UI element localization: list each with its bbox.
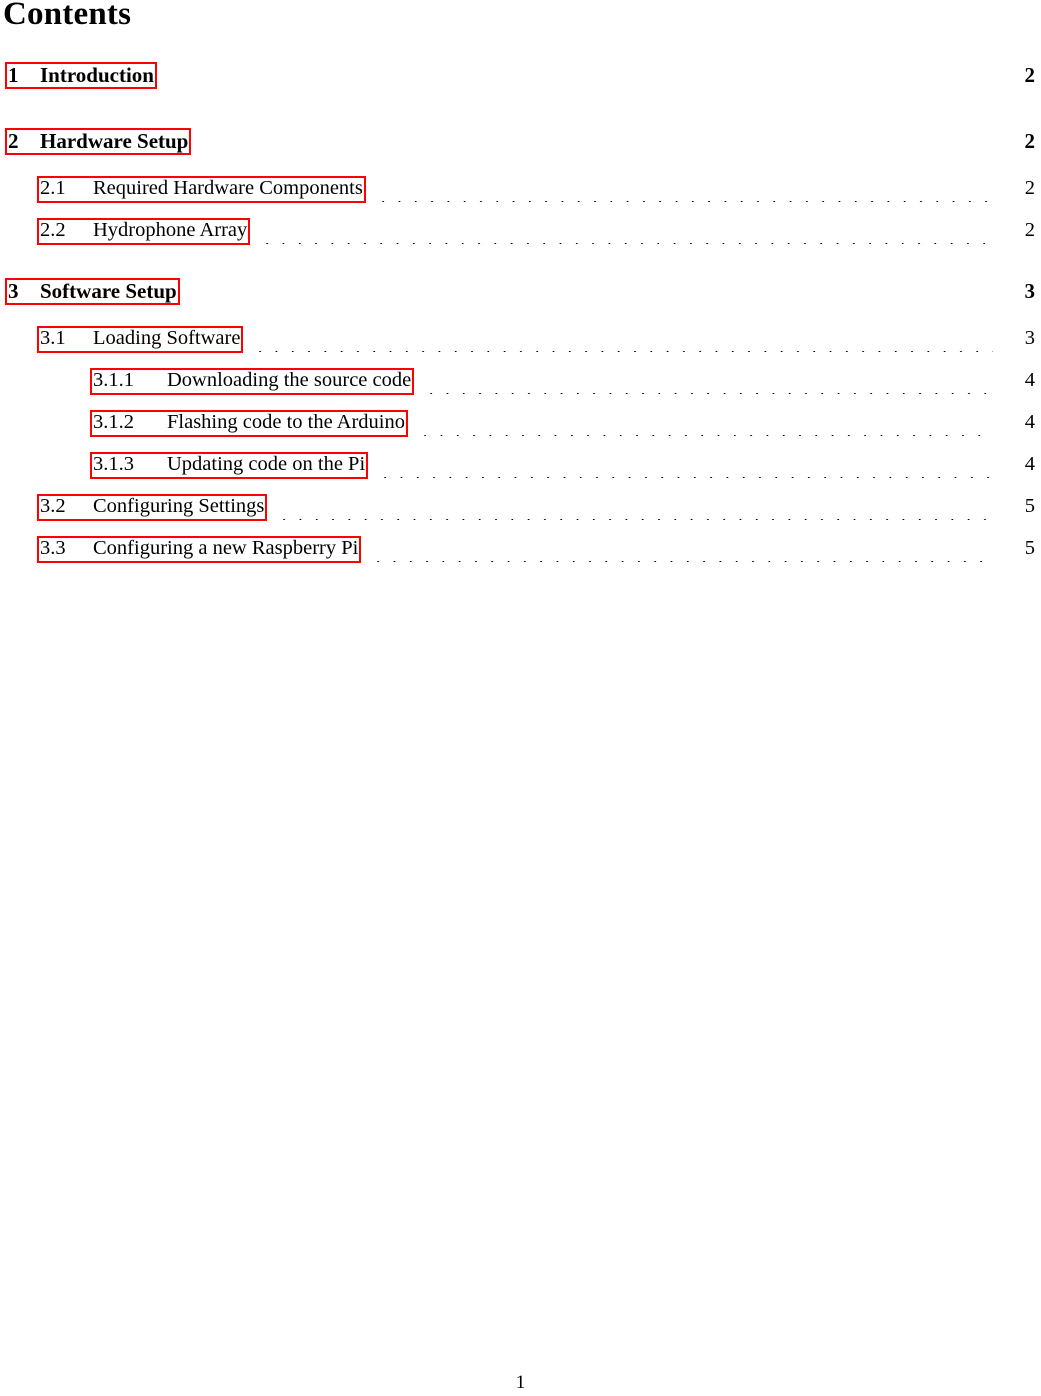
toc-dot-leader: [374, 200, 993, 202]
toc-entry-title: Hardware Setup: [40, 129, 189, 153]
toc-dot-leader: [189, 306, 993, 307]
toc-entry-title: Flashing code to the Arduino: [167, 411, 406, 433]
toc-entry-title: Configuring Settings: [93, 495, 265, 517]
toc-dot-leader: [370, 560, 993, 562]
toc-entry-number: 3: [8, 279, 19, 303]
toc-entry-subsection[interactable]: 3.1 Loading Software 3: [0, 326, 1041, 368]
toc-page-number: 2: [1024, 219, 1035, 241]
toc-entry-title: Software Setup: [40, 279, 177, 303]
toc-link-box[interactable]: 1 Introduction: [5, 62, 157, 90]
toc-entry-section[interactable]: 1 Introduction 2: [0, 62, 1041, 110]
page-folio-number: 1: [515, 1372, 526, 1393]
toc-entry-number: 2.1: [40, 177, 66, 199]
toc-dot-leader: [166, 90, 993, 91]
toc-dot-leader: [252, 350, 993, 352]
toc-page-number: 2: [1024, 63, 1036, 87]
toc-entry-number: 3.1.3: [93, 453, 134, 475]
toc-entry-title: Introduction: [40, 63, 154, 87]
toc-link-box[interactable]: 2 Hardware Setup: [5, 128, 192, 156]
toc-page-number: 3: [1024, 279, 1036, 303]
toc-page-number: 2: [1024, 177, 1035, 199]
toc-entry-number: 3.1.1: [93, 369, 134, 391]
table-of-contents: 1 Introduction 2 2 Hardware Setup 2 2.1 Require…: [0, 62, 1041, 578]
toc-entry-number: 2: [8, 129, 19, 153]
toc-entry-title: Configuring a new Raspberry Pi: [93, 537, 359, 559]
toc-entry-subsubsection[interactable]: 3.1.2 Flashing code to the Arduino 4: [0, 410, 1041, 452]
toc-entry-number: 3.2: [40, 495, 66, 517]
toc-entry-number: 3.1: [40, 327, 66, 349]
toc-dot-leader: [377, 476, 993, 478]
toc-entry-subsection[interactable]: 2.1 Required Hardware Components 2: [0, 176, 1041, 218]
toc-entry-number: 3.3: [40, 537, 66, 559]
toc-link-box[interactable]: 2.2 Hydrophone Array: [37, 218, 251, 245]
toc-dot-leader: [423, 392, 993, 394]
document-page: Contents 1 Introduction 2 2 Hardware Setup 2 2…: [0, 0, 1041, 1396]
toc-entry-number: 3.1.2: [93, 411, 134, 433]
toc-entry-number: 2.2: [40, 219, 66, 241]
toc-link-box[interactable]: 3.1.2 Flashing code to the Arduino: [90, 410, 409, 437]
toc-link-box[interactable]: 3.3 Configuring a new Raspberry Pi: [37, 536, 362, 563]
toc-page-number: 5: [1024, 537, 1035, 559]
toc-entry-subsubsection[interactable]: 3.1.1 Downloading the source code 4: [0, 368, 1041, 410]
toc-dot-leader: [259, 242, 993, 244]
toc-page-number: 3: [1024, 327, 1035, 349]
toc-entry-section[interactable]: 2 Hardware Setup 2: [0, 128, 1041, 176]
toc-entry-section[interactable]: 3 Software Setup 3: [0, 278, 1041, 326]
toc-entry-title: Updating code on the Pi: [167, 453, 366, 475]
toc-dot-leader: [417, 434, 993, 436]
toc-page-number: 4: [1024, 453, 1035, 475]
toc-dot-leader: [200, 156, 993, 157]
toc-page-number: 2: [1024, 129, 1036, 153]
toc-dot-leader: [276, 518, 993, 520]
toc-entry-title: Downloading the source code: [167, 369, 412, 391]
toc-entry-subsection[interactable]: 3.2 Configuring Settings 5: [0, 494, 1041, 536]
toc-entry-subsection[interactable]: 3.3 Configuring a new Raspberry Pi 5: [0, 536, 1041, 578]
toc-entry-title: Loading Software: [93, 327, 241, 349]
toc-link-box[interactable]: 3.1.1 Downloading the source code: [90, 368, 415, 395]
toc-entry-number: 1: [8, 63, 19, 87]
toc-entry-title: Required Hardware Components: [93, 177, 363, 199]
toc-entry-subsubsection[interactable]: 3.1.3 Updating code on the Pi 4: [0, 452, 1041, 494]
toc-page-number: 4: [1024, 411, 1035, 433]
toc-entry-subsection[interactable]: 2.2 Hydrophone Array 2: [0, 218, 1041, 260]
toc-page-number: 5: [1024, 495, 1035, 517]
toc-entry-title: Hydrophone Array: [93, 219, 248, 241]
toc-link-box[interactable]: 3.1 Loading Software: [37, 326, 244, 353]
toc-link-box[interactable]: 3.1.3 Updating code on the Pi: [90, 452, 369, 479]
toc-page-number: 4: [1024, 369, 1035, 391]
toc-link-box[interactable]: 2.1 Required Hardware Components: [37, 176, 366, 203]
toc-link-box[interactable]: 3 Software Setup: [5, 278, 180, 306]
page-title: Contents: [3, 0, 132, 32]
toc-link-box[interactable]: 3.2 Configuring Settings: [37, 494, 268, 521]
